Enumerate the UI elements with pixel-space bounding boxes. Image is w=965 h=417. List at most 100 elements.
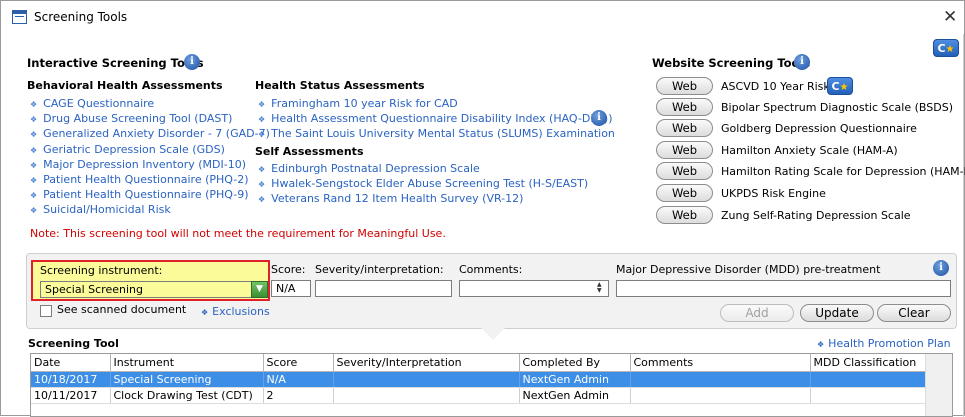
- health-promotion-plan-link[interactable]: ❖ Health Promotion Plan: [817, 337, 951, 350]
- column-header[interactable]: Instrument: [110, 354, 264, 372]
- comments-scroll-icon[interactable]: ▲ ▼: [597, 282, 602, 294]
- web-tool-label: Bipolar Spectrum Diagnostic Scale (BSDS): [721, 100, 953, 114]
- comments-label: Comments:: [459, 263, 523, 276]
- table-cell: Special Screening: [110, 371, 264, 388]
- diamond-bullet-icon: ❖: [30, 175, 38, 185]
- web-button[interactable]: Web: [656, 162, 713, 180]
- behavioral-item[interactable]: ❖ Generalized Anxiety Disorder - 7 (GAD-7…: [30, 126, 270, 141]
- web-tool-label: UKPDS Risk Engine: [721, 186, 826, 200]
- table-row[interactable]: 10/11/2017 Clock Drawing Test (CDT) 2 Ne…: [31, 387, 927, 404]
- info-icon[interactable]: i: [591, 110, 607, 126]
- web-button[interactable]: Web: [656, 184, 713, 202]
- self-section-title: Self Assessments: [255, 145, 364, 158]
- column-header[interactable]: Severity/Interpretation: [333, 354, 520, 372]
- diamond-bullet-icon: ❖: [201, 308, 209, 317]
- comments-field[interactable]: [459, 280, 609, 297]
- score-label: Score:: [271, 263, 306, 276]
- column-header[interactable]: Comments: [630, 354, 811, 372]
- table-cell: 2: [263, 387, 334, 404]
- diamond-bullet-icon: ❖: [258, 180, 266, 190]
- behavioral-item[interactable]: ❖ CAGE Questionnaire: [30, 96, 270, 111]
- website-tools-title: Website Screening Tools: [652, 56, 811, 70]
- web-row: Web Hamilton Anxiety Scale (HAM-A): [656, 140, 898, 160]
- info-icon[interactable]: i: [794, 54, 810, 70]
- table-cell: NextGen Admin: [519, 387, 631, 404]
- diamond-bullet-icon: ❖: [258, 100, 266, 109]
- c-star-logo-icon[interactable]: C★: [933, 39, 959, 57]
- screening-table: Date Instrument Score Severity/Interpret…: [30, 353, 953, 417]
- diamond-bullet-icon: ❖: [30, 115, 38, 125]
- web-button[interactable]: Web: [656, 141, 713, 159]
- info-icon[interactable]: i: [933, 260, 949, 276]
- c-star-logo-icon[interactable]: C★: [827, 77, 853, 95]
- diamond-bullet-icon: ❖: [258, 165, 266, 174]
- see-scanned-checkbox[interactable]: [40, 305, 52, 317]
- severity-field[interactable]: [315, 280, 452, 297]
- diamond-bullet-icon: ❖: [30, 206, 38, 216]
- column-header[interactable]: MDD Classification: [810, 354, 927, 372]
- table-cell: [630, 387, 811, 404]
- diamond-bullet-icon: ❖: [258, 115, 266, 125]
- score-field[interactable]: N/A: [271, 280, 311, 297]
- close-icon[interactable]: ✕: [943, 7, 957, 27]
- behavioral-item[interactable]: ❖ Suicidal/Homicidal Risk: [30, 202, 270, 217]
- web-row: Web Goldberg Depression Questionnaire: [656, 118, 917, 138]
- self-item[interactable]: ❖ Hwalek-Sengstock Elder Abuse Screening …: [258, 176, 588, 191]
- behavioral-item[interactable]: ❖ Major Depression Inventory (MDI-10): [30, 157, 270, 172]
- web-button[interactable]: Web: [656, 119, 713, 137]
- diamond-bullet-icon: ❖: [258, 130, 266, 140]
- table-header-row: Date Instrument Score Severity/Interpret…: [31, 354, 927, 372]
- diamond-bullet-icon: ❖: [30, 145, 38, 155]
- diamond-bullet-icon: ❖: [30, 130, 38, 140]
- meaningful-use-note: Note: This screening tool will not meet …: [30, 227, 446, 240]
- window-title: Screening Tools: [34, 10, 128, 24]
- web-button[interactable]: Web: [656, 206, 713, 224]
- info-icon[interactable]: i: [184, 54, 200, 70]
- behavioral-item[interactable]: ❖ Geriatric Depression Scale (GDS): [30, 142, 270, 157]
- screening-instrument-label: Screening instrument:: [40, 264, 163, 277]
- behavioral-item[interactable]: ❖ Patient Health Questionnaire (PHQ-2): [30, 172, 270, 187]
- interactive-tools-title: Interactive Screening Tools: [27, 56, 204, 70]
- web-button[interactable]: Web: [656, 77, 713, 95]
- mdd-field[interactable]: [616, 280, 951, 297]
- table-cell: [630, 371, 811, 388]
- web-row: Web UKPDS Risk Engine: [656, 183, 826, 203]
- self-list: ❖ Edinburgh Postnatal Depression Scale ❖ H…: [258, 161, 588, 207]
- table-cell: [810, 387, 927, 404]
- add-button[interactable]: Add: [720, 304, 794, 322]
- table-cell: [333, 387, 520, 404]
- diamond-bullet-icon: ❖: [30, 160, 38, 170]
- health-status-item[interactable]: ❖ Framingham 10 year Risk for CAD: [258, 96, 615, 111]
- table-scrollbar[interactable]: [925, 354, 952, 416]
- dropdown-arrow-icon[interactable]: ▼: [251, 281, 268, 298]
- behavioral-item[interactable]: ❖ Drug Abuse Screening Tool (DAST): [30, 111, 270, 126]
- health-status-item[interactable]: ❖ Health Assessment Questionnaire Disabil…: [258, 111, 615, 126]
- web-row: Web Hamilton Rating Scale for Depression…: [656, 161, 965, 181]
- diamond-bullet-icon: ❖: [30, 191, 38, 201]
- entry-panel-pointer: [479, 326, 507, 340]
- column-header[interactable]: Completed By: [519, 354, 631, 372]
- screening-instrument-dropdown[interactable]: Special Screening: [40, 281, 261, 298]
- column-header[interactable]: Score: [263, 354, 334, 372]
- column-header[interactable]: Date: [31, 354, 111, 372]
- table-row[interactable]: 10/18/2017 Special Screening N/A NextGen…: [31, 371, 927, 388]
- web-tool-label: Hamilton Anxiety Scale (HAM-A): [721, 143, 898, 157]
- title-bar: Screening Tools ✕: [1, 1, 964, 33]
- severity-label: Severity/interpretation:: [315, 263, 444, 276]
- diamond-bullet-icon: ❖: [258, 195, 266, 205]
- update-button[interactable]: Update: [800, 304, 874, 322]
- web-button[interactable]: Web: [656, 98, 713, 116]
- table-cell: Clock Drawing Test (CDT): [110, 387, 264, 404]
- table-cell: 10/18/2017: [31, 371, 111, 388]
- screening-tool-table-title: Screening Tool: [28, 337, 119, 350]
- exclusions-link[interactable]: ❖ Exclusions: [201, 305, 270, 318]
- health-status-item[interactable]: ❖ The Saint Louis University Mental Statu…: [258, 126, 615, 141]
- web-row: Web ASCVD 10 Year Risk: [656, 76, 830, 96]
- web-tool-label: Hamilton Rating Scale for Depression (HA…: [721, 164, 965, 178]
- window-right-edge: [963, 34, 964, 417]
- self-item[interactable]: ❖ Veterans Rand 12 Item Health Survey (VR…: [258, 191, 588, 206]
- self-item[interactable]: ❖ Edinburgh Postnatal Depression Scale: [258, 161, 588, 176]
- web-tool-label: Zung Self-Rating Depression Scale: [721, 208, 911, 222]
- behavioral-item[interactable]: ❖ Patient Health Questionnaire (PHQ-9): [30, 187, 270, 202]
- clear-button[interactable]: Clear: [877, 304, 951, 322]
